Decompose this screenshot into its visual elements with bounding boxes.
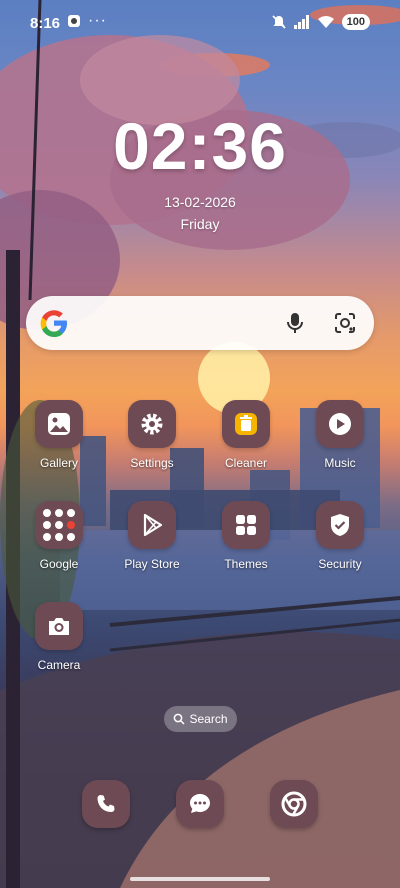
app-label: Security <box>318 557 362 571</box>
app-label: Cleaner <box>224 456 268 470</box>
app-music[interactable]: Music <box>298 400 382 470</box>
play-icon <box>316 400 364 448</box>
app-label: Settings <box>130 456 174 470</box>
trash-icon <box>222 400 270 448</box>
app-search-button[interactable]: Search <box>164 706 237 732</box>
app-search-label: Search <box>189 712 228 726</box>
mute-icon <box>272 15 286 29</box>
app-settings[interactable]: Settings <box>110 400 194 470</box>
app-security[interactable]: Security <box>298 501 382 571</box>
home-indicator[interactable] <box>130 877 270 881</box>
app-label: Music <box>324 456 356 470</box>
wifi-icon <box>317 16 334 28</box>
dock-chrome[interactable] <box>270 780 318 828</box>
google-g-icon <box>40 310 67 337</box>
app-label: Camera <box>37 658 81 672</box>
phone-icon <box>97 795 115 812</box>
mic-icon[interactable] <box>282 310 308 336</box>
clock-time[interactable]: 02:36 <box>0 108 400 184</box>
dock-messages[interactable] <box>176 780 224 828</box>
app-google-folder[interactable]: Google <box>17 501 101 571</box>
shield-icon <box>316 501 364 549</box>
app-camera[interactable]: Camera <box>17 602 101 672</box>
play-store-icon <box>128 501 176 549</box>
app-label: Themes <box>224 557 268 571</box>
clock-date: 13-02-2026 <box>164 194 236 210</box>
app-themes[interactable]: Themes <box>204 501 288 571</box>
status-bar: 8:16 ··· 100 <box>0 0 400 44</box>
app-label: Gallery <box>39 456 78 470</box>
status-time: 8:16 <box>30 15 61 32</box>
chrome-icon <box>281 791 307 817</box>
more-notifications-icon: ··· <box>88 12 107 29</box>
google-search-bar[interactable] <box>26 296 374 350</box>
grid-icon <box>222 501 270 549</box>
app-label: Play Store <box>124 557 180 571</box>
lens-icon[interactable] <box>332 310 358 336</box>
signal-icon <box>293 15 309 29</box>
app-gallery[interactable]: Gallery <box>17 400 101 470</box>
dock-phone[interactable] <box>82 780 130 828</box>
battery-indicator: 100 <box>341 14 370 30</box>
gallery-icon <box>35 400 83 448</box>
app-cleaner[interactable]: Cleaner <box>204 400 288 470</box>
clock-day: Friday <box>180 216 220 232</box>
app-label: Google <box>39 557 79 571</box>
home-screen: 8:16 ··· 100 02:36 13-02-2026 Friday Gal… <box>0 0 400 888</box>
status-icons: 100 <box>271 14 370 30</box>
camera-icon <box>35 602 83 650</box>
search-icon <box>174 713 186 725</box>
chat-icon <box>190 794 210 813</box>
notification-icon <box>68 15 80 27</box>
gear-icon <box>128 400 176 448</box>
app-play-store[interactable]: Play Store <box>110 501 194 571</box>
google-folder-icon <box>35 501 83 549</box>
